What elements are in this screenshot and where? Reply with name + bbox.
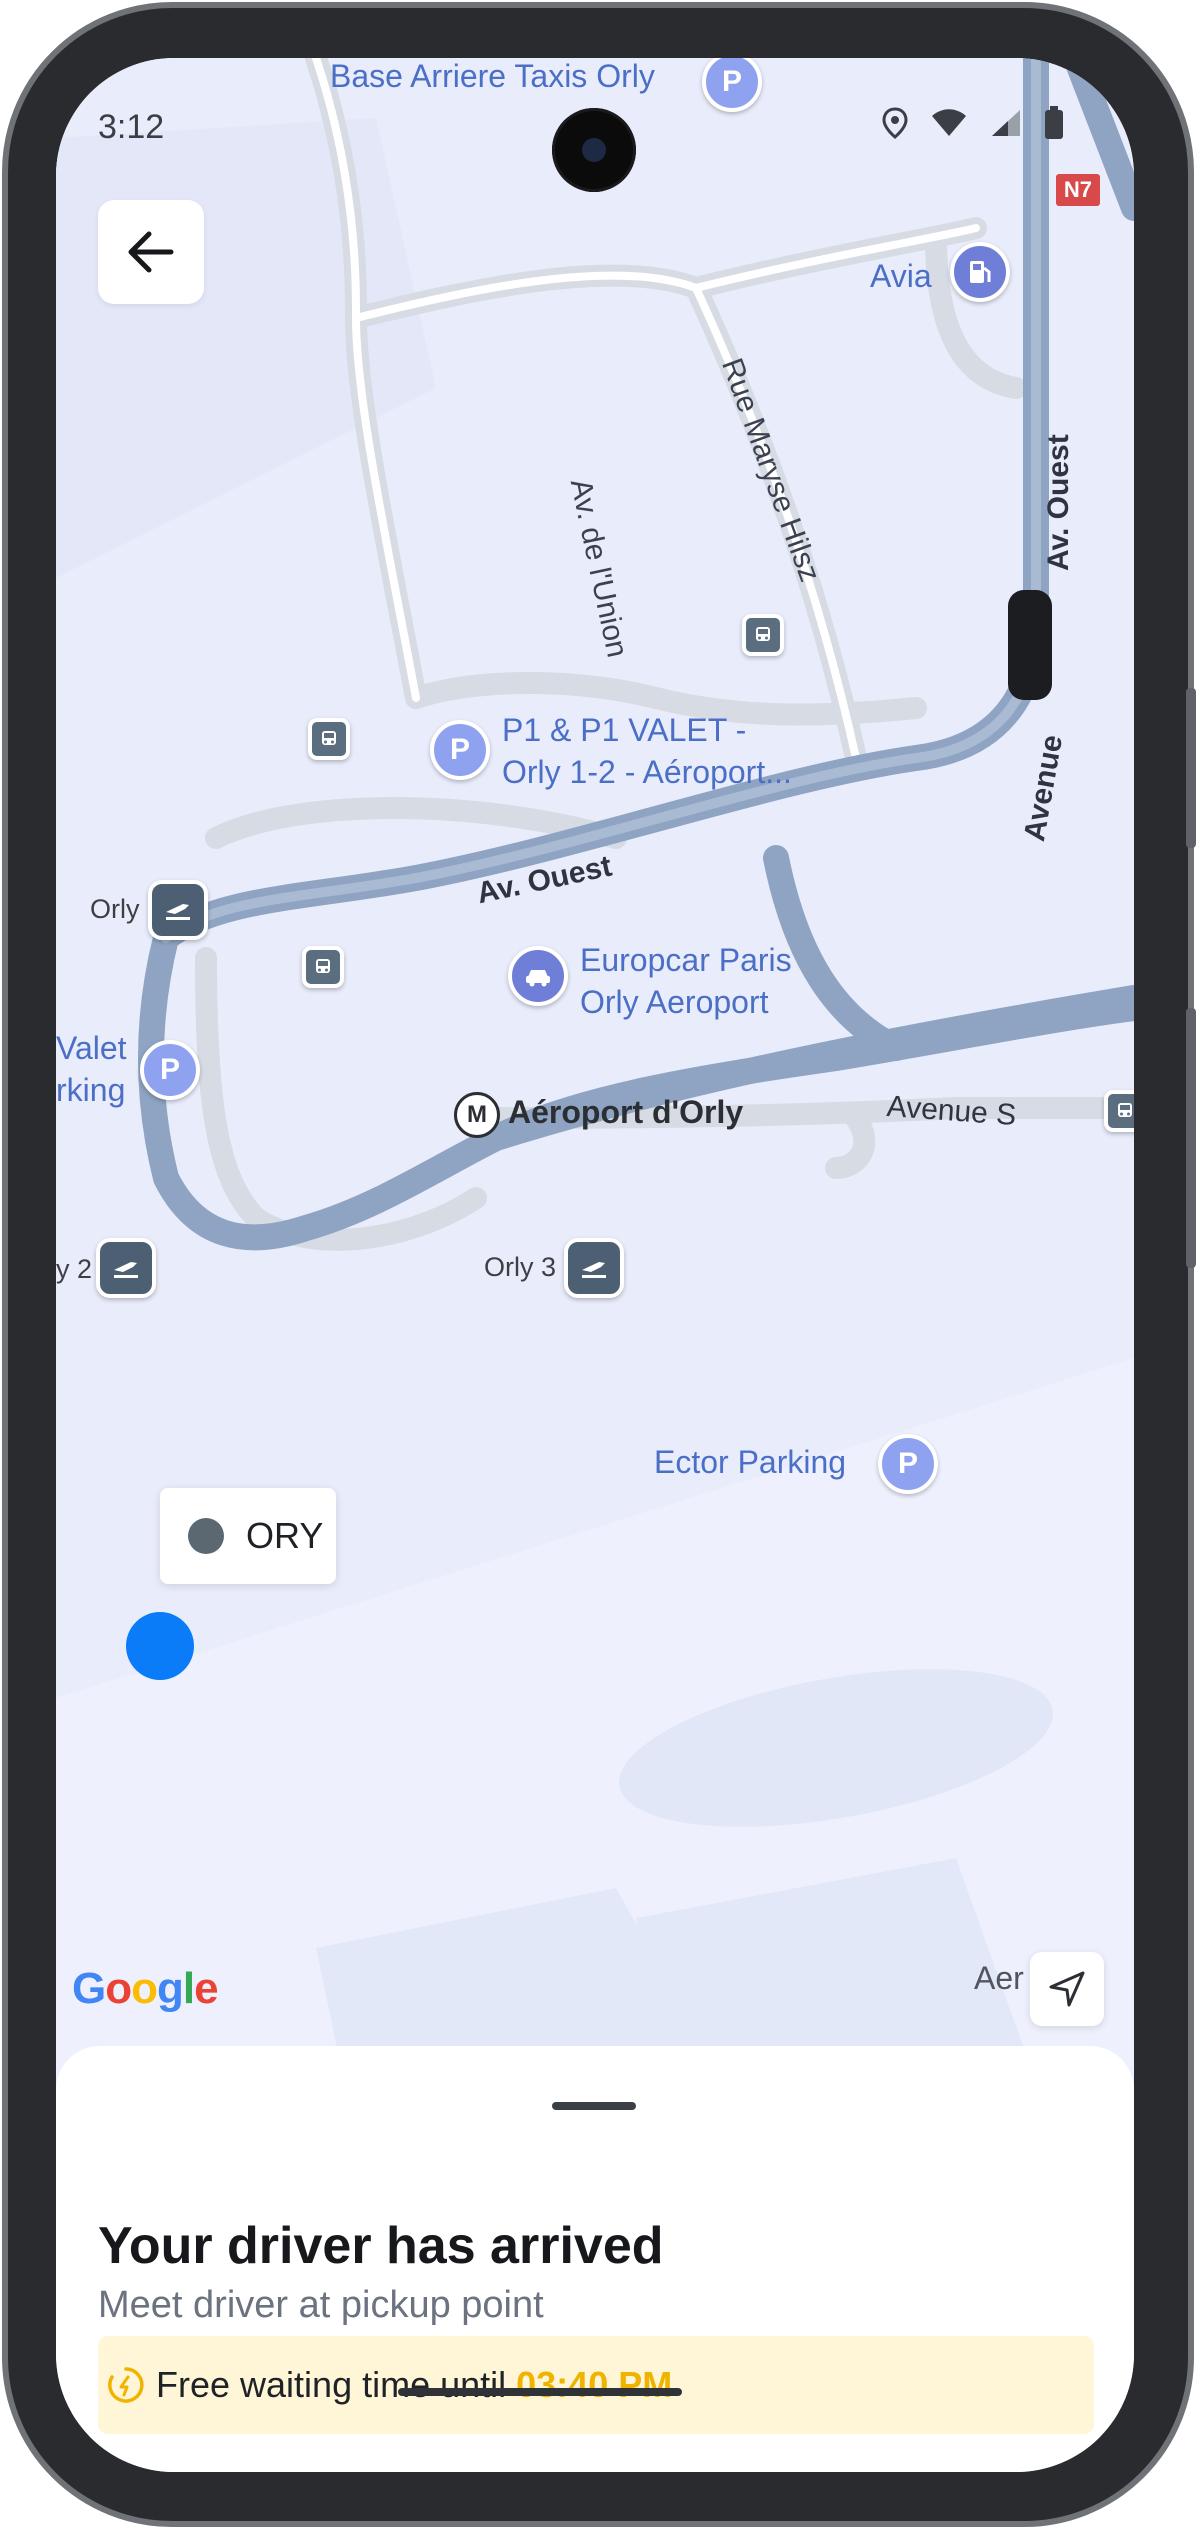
parking-letter: P	[449, 733, 470, 766]
battery-icon	[1045, 106, 1063, 139]
label-orly-left: Orly	[90, 894, 140, 924]
label-ector-parking: Ector Parking	[654, 1444, 847, 1480]
navigation-arrow-icon	[1049, 1971, 1085, 2007]
status-icons	[882, 106, 1064, 140]
bottom-sheet[interactable]: Your driver has arrived Meet driver at p…	[56, 2046, 1134, 2472]
label-orly3: Orly 3	[484, 1252, 557, 1282]
bus-icon	[316, 959, 330, 973]
front-camera	[552, 108, 636, 192]
home-indicator[interactable]	[398, 2388, 682, 2396]
parking-pin-p1[interactable]: P	[430, 720, 490, 780]
airport-terminal-pin[interactable]	[96, 1238, 156, 1298]
pickup-dot	[188, 1518, 224, 1554]
driver-status-subtitle: Meet driver at pickup point	[98, 2284, 544, 2326]
bus-stop-pin[interactable]	[742, 614, 784, 656]
airport-terminal-pin[interactable]	[564, 1238, 624, 1298]
google-logo: Google	[72, 1964, 219, 2013]
label-europcar-line1: Europcar Paris	[580, 942, 792, 978]
label-europcar-line2: Orly Aeroport	[580, 984, 769, 1020]
airport-terminal-pin[interactable]	[148, 880, 208, 940]
label-orly2: y 2	[56, 1254, 93, 1284]
waiting-text: Free waiting time until	[156, 2364, 507, 2405]
plane-departure-icon	[114, 1262, 138, 1278]
current-location-dot	[126, 1612, 194, 1680]
plane-departure-icon	[166, 904, 190, 920]
parking-letter: P	[897, 1447, 918, 1480]
pickup-point-card[interactable]: ORY	[160, 1488, 336, 1584]
label-p1-line2: Orly 1-2 - Aéroport...	[502, 754, 792, 790]
pickup-label: ORY	[246, 1515, 324, 1556]
sheet-drag-handle[interactable]	[552, 2102, 636, 2110]
bus-icon	[756, 627, 770, 641]
bus-stop-pin[interactable]	[302, 946, 344, 988]
label-valet-line2: rking	[56, 1072, 126, 1108]
fuel-station-pin[interactable]	[950, 242, 1010, 302]
label-avia: Avia	[870, 258, 932, 294]
recenter-location-button[interactable]	[1030, 1952, 1104, 2026]
arrow-left-icon	[128, 231, 174, 273]
label-base-arriere: Base Arriere Taxis Orly	[330, 58, 655, 94]
parking-letter: P	[159, 1053, 180, 1086]
phone-device: 3:12 N7 Base Arriere Taxis Orly P Avia R…	[0, 0, 1198, 2531]
parking-pin-valet[interactable]: P	[140, 1040, 200, 1100]
free-waiting-banner: Free waiting time until 03:40 PM	[98, 2336, 1094, 2434]
bus-icon	[1118, 1103, 1132, 1117]
label-av-ouest-vertical: Av. Ouest	[1042, 434, 1075, 571]
driver-status-title: Your driver has arrived	[98, 2217, 664, 2275]
label-valet-line1: Valet	[56, 1030, 127, 1066]
parking-letter: P	[721, 65, 742, 98]
volume-button	[1186, 688, 1196, 848]
power-button	[1186, 1008, 1196, 1268]
waiting-until-time: 03:40 PM	[516, 2364, 673, 2405]
back-button[interactable]	[98, 200, 204, 304]
parking-pin-ector[interactable]: P	[878, 1434, 938, 1494]
car-rental-icon	[526, 970, 550, 987]
label-aero-bottom: Aer	[974, 1960, 1024, 1996]
location-status-icon	[882, 107, 908, 139]
fuel-icon	[970, 261, 991, 283]
car-rental-pin[interactable]	[508, 946, 568, 1006]
waiting-timer-icon	[108, 2367, 144, 2403]
signal-icon	[992, 110, 1020, 136]
bus-icon	[322, 731, 336, 745]
bus-stop-pin[interactable]	[1104, 1090, 1134, 1132]
plane-departure-icon	[582, 1262, 606, 1278]
label-aeroport-orly: Aéroport d'Orly	[508, 1094, 744, 1130]
metro-station-icon[interactable]: M	[454, 1092, 500, 1138]
bus-stop-pin[interactable]	[308, 718, 350, 760]
label-p1-line1: P1 & P1 VALET -	[502, 712, 747, 748]
screen: 3:12 N7 Base Arriere Taxis Orly P Avia R…	[56, 58, 1134, 2472]
wifi-icon	[932, 109, 966, 136]
status-time: 3:12	[98, 108, 165, 146]
road-shield-n7: N7	[1055, 174, 1100, 206]
